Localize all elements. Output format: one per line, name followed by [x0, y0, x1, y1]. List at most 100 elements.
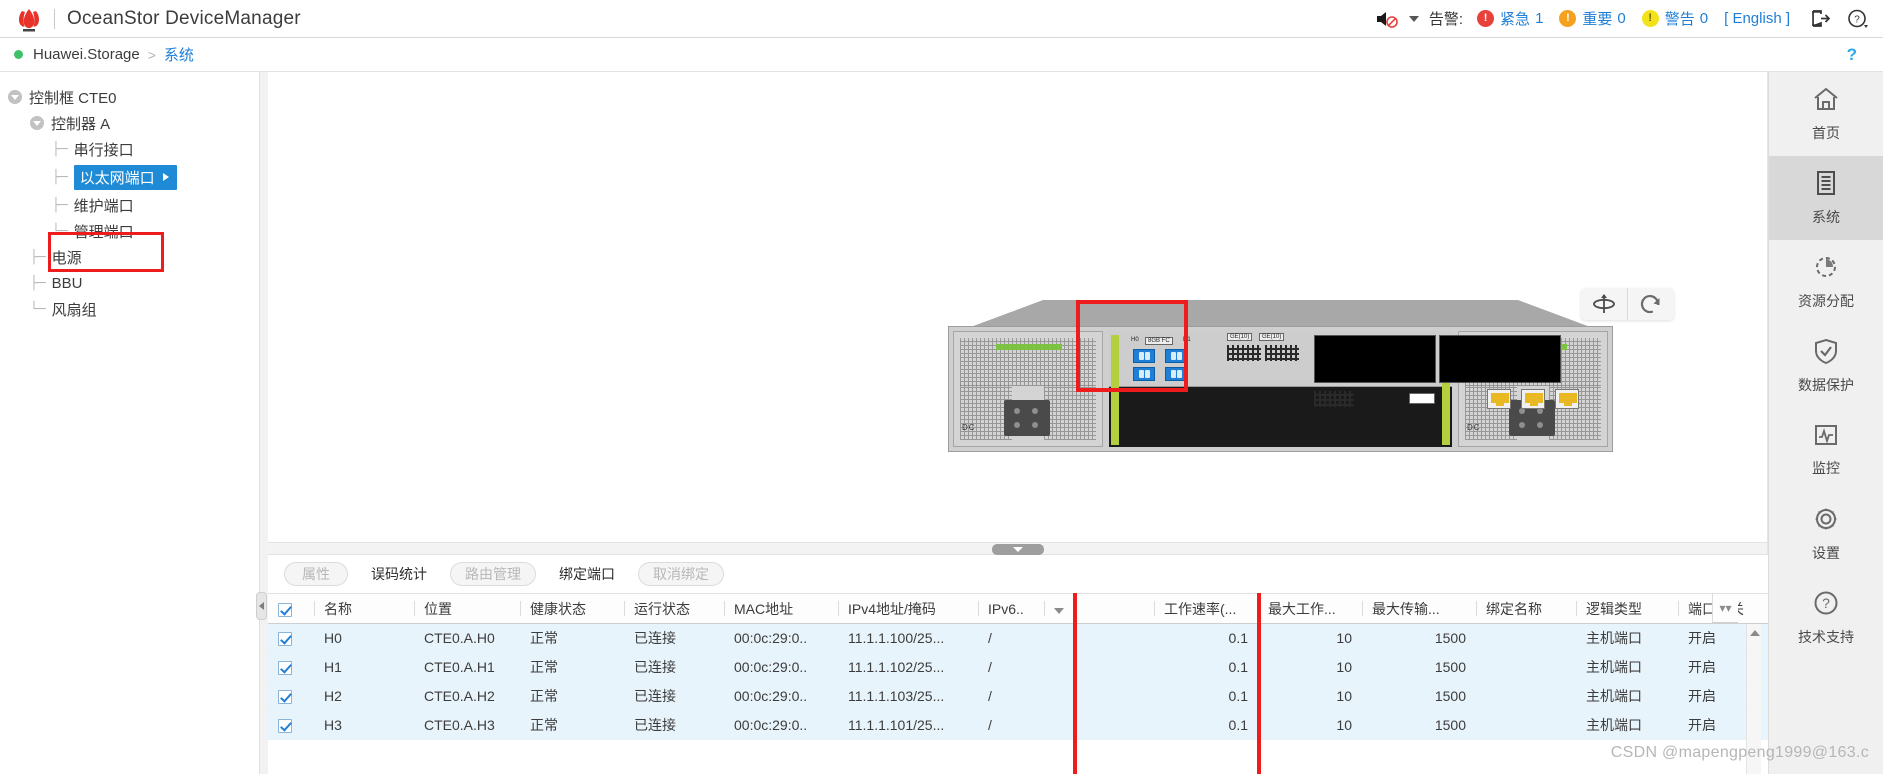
logout-icon[interactable] — [1810, 9, 1831, 28]
expansion-slot-2[interactable] — [1439, 335, 1561, 383]
tree-node-controller-a[interactable]: 控制器 A — [0, 110, 268, 136]
breadcrumb-separator: > — [147, 46, 156, 63]
tab-properties[interactable]: 属性 — [284, 562, 348, 586]
chevron-down-icon[interactable] — [30, 116, 44, 130]
nav-item-resource-allocation[interactable]: 资源分配 — [1769, 240, 1883, 324]
tree-node-management-port[interactable]: └─ 管理端口 — [0, 218, 268, 244]
cell-max-transfer: 1500 — [1362, 623, 1476, 653]
sound-muted-icon[interactable] — [1375, 9, 1399, 29]
alarm-major-label: 重要 — [1582, 11, 1613, 28]
page-help-icon[interactable]: ? — [1847, 45, 1857, 65]
detail-action-bar: 属性 误码统计 路由管理 绑定端口 取消绑定 — [268, 555, 1768, 593]
nav-item-monitor[interactable]: 监控 — [1769, 408, 1883, 492]
tree-node-fan-group[interactable]: └─ 风扇组 — [0, 296, 268, 322]
column-header-name[interactable]: 名称 — [314, 593, 414, 624]
column-header-max-transfer[interactable]: 最大传输... — [1362, 593, 1476, 624]
nav-item-settings[interactable]: 设置 — [1769, 492, 1883, 576]
nav-item-support[interactable]: ? 技术支持 — [1769, 576, 1883, 660]
nav-item-home[interactable]: 首页 — [1769, 72, 1883, 156]
breadcrumb-current[interactable]: 系统 — [164, 44, 194, 65]
cell-name: H3 — [314, 710, 414, 740]
tree-node-bbu[interactable]: ├─ BBU — [0, 270, 268, 296]
help-icon[interactable]: ? — [1847, 9, 1869, 29]
column-header-mac[interactable]: MAC地址 — [724, 593, 838, 624]
nav-item-label: 监控 — [1812, 460, 1840, 476]
tree-node-power[interactable]: ├─ 电源 — [0, 244, 268, 270]
breadcrumb-root[interactable]: Huawei.Storage — [33, 46, 140, 63]
tab-unbind[interactable]: 取消绑定 — [638, 562, 724, 586]
row-checkbox[interactable] — [278, 690, 292, 705]
nav-item-label: 资源分配 — [1798, 293, 1854, 309]
column-header-health[interactable]: 健康状态 — [520, 593, 624, 624]
row-checkbox-cell[interactable] — [268, 623, 314, 653]
column-header-ipv6[interactable]: IPv6.. — [978, 593, 1044, 624]
chevron-down-icon[interactable] — [8, 90, 22, 104]
row-checkbox[interactable] — [278, 661, 292, 676]
dc-power-connector — [1004, 400, 1050, 436]
refresh-icon[interactable] — [1628, 288, 1674, 320]
dc-label: DC — [962, 423, 976, 432]
cell-mac: 00:0c:29:0.. — [724, 623, 838, 653]
column-header-ipv4[interactable]: IPv4地址/掩码 — [838, 593, 978, 624]
alarm-warning[interactable]: ! 警告 0 — [1641, 8, 1708, 29]
tree-elbow-icon: ├─ — [30, 275, 46, 291]
nav-item-data-protection[interactable]: 数据保护 — [1769, 324, 1883, 408]
table-row[interactable]: H1 CTE0.A.H1 正常 已连接 00:0c:29:0.. 11.1.1.… — [268, 652, 1768, 682]
tree-node-ethernet-port[interactable]: ├─ 以太网端口 — [0, 162, 268, 192]
rj45-port-2[interactable] — [1521, 389, 1545, 409]
tree-node-enclosure[interactable]: 控制框 CTE0 — [0, 84, 268, 110]
usb-port[interactable] — [1409, 393, 1435, 404]
row-checkbox-cell[interactable] — [268, 710, 314, 740]
tree-node-label: 以太网端口 — [79, 169, 155, 187]
tab-error-statistics[interactable]: 误码统计 — [356, 562, 442, 586]
table-row[interactable]: H2 CTE0.A.H2 正常 已连接 00:0c:29:0.. 11.1.1.… — [268, 681, 1768, 711]
vertical-splitter[interactable] — [256, 72, 268, 774]
main-layout: 控制框 CTE0 控制器 A ├─ 串行接口 ├─ 以太网端口 ├─ 维护端口 … — [0, 72, 1883, 774]
column-filter-cell[interactable] — [1044, 593, 1154, 624]
table-row[interactable]: H0 CTE0.A.H0 正常 已连接 00:0c:29:0.. 11.1.1.… — [268, 623, 1768, 653]
collapse-detail-panel-handle[interactable] — [991, 544, 1044, 555]
rj45-port-3[interactable] — [1555, 389, 1579, 409]
horizontal-splitter[interactable] — [268, 542, 1768, 555]
scroll-up-arrow[interactable] — [1750, 630, 1760, 636]
column-header-logic-type[interactable]: 逻辑类型 — [1576, 593, 1678, 624]
tab-route-management[interactable]: 路由管理 — [450, 562, 536, 586]
cell-ipv6: / — [978, 710, 1044, 740]
row-checkbox[interactable] — [278, 632, 292, 647]
column-header-max-work[interactable]: 最大工作... — [1258, 593, 1362, 624]
alarm-critical[interactable]: ! 紧急 1 — [1477, 8, 1543, 29]
tab-bind-port[interactable]: 绑定端口 — [544, 562, 630, 586]
cell-bind-name — [1476, 652, 1576, 682]
tree-node-serial-port[interactable]: ├─ 串行接口 — [0, 136, 268, 162]
filter-dropdown-icon[interactable] — [1054, 607, 1064, 614]
column-options-icon[interactable]: ▾▾ — [1712, 593, 1738, 623]
select-all-header[interactable] — [268, 593, 314, 624]
column-header-location[interactable]: 位置 — [414, 593, 520, 624]
expansion-slot-1[interactable] — [1314, 335, 1436, 383]
alarm-label: 告警: — [1428, 11, 1464, 28]
cell-ipv6: / — [978, 681, 1044, 711]
row-checkbox-cell[interactable] — [268, 652, 314, 682]
table-vertical-scrollbar[interactable] — [1746, 624, 1761, 774]
rj45-port-1[interactable] — [1487, 389, 1511, 409]
row-checkbox-cell[interactable] — [268, 681, 314, 711]
alarm-major[interactable]: ! 重要 0 — [1559, 8, 1626, 29]
column-header-running[interactable]: 运行状态 — [624, 593, 724, 624]
row-checkbox[interactable] — [278, 719, 292, 734]
tree-node-selected[interactable]: 以太网端口 — [73, 164, 177, 190]
resource-allocation-icon — [1811, 253, 1841, 284]
collapse-left-panel-handle[interactable] — [256, 592, 267, 620]
cell-running: 已连接 — [624, 623, 724, 653]
table-row[interactable]: H3 CTE0.A.H3 正常 已连接 00:0c:29:0.. 11.1.1.… — [268, 710, 1768, 740]
warning-icon: ! — [1641, 10, 1659, 27]
column-header-speed[interactable]: 工作速率(... — [1154, 593, 1258, 624]
cell-logic-type: 主机端口 — [1576, 681, 1678, 711]
module-label-ge2: GE(10) — [1259, 333, 1285, 341]
chevron-down-icon[interactable] — [1408, 15, 1419, 22]
column-header-bind-name[interactable]: 绑定名称 — [1476, 593, 1576, 624]
select-all-checkbox[interactable] — [278, 602, 292, 617]
app-title: OceanStor DeviceManager — [67, 7, 301, 29]
nav-item-system[interactable]: 系统 — [1769, 156, 1883, 240]
language-switch[interactable]: [ English ] — [1724, 10, 1790, 27]
tree-node-maintenance-port[interactable]: ├─ 维护端口 — [0, 192, 268, 218]
